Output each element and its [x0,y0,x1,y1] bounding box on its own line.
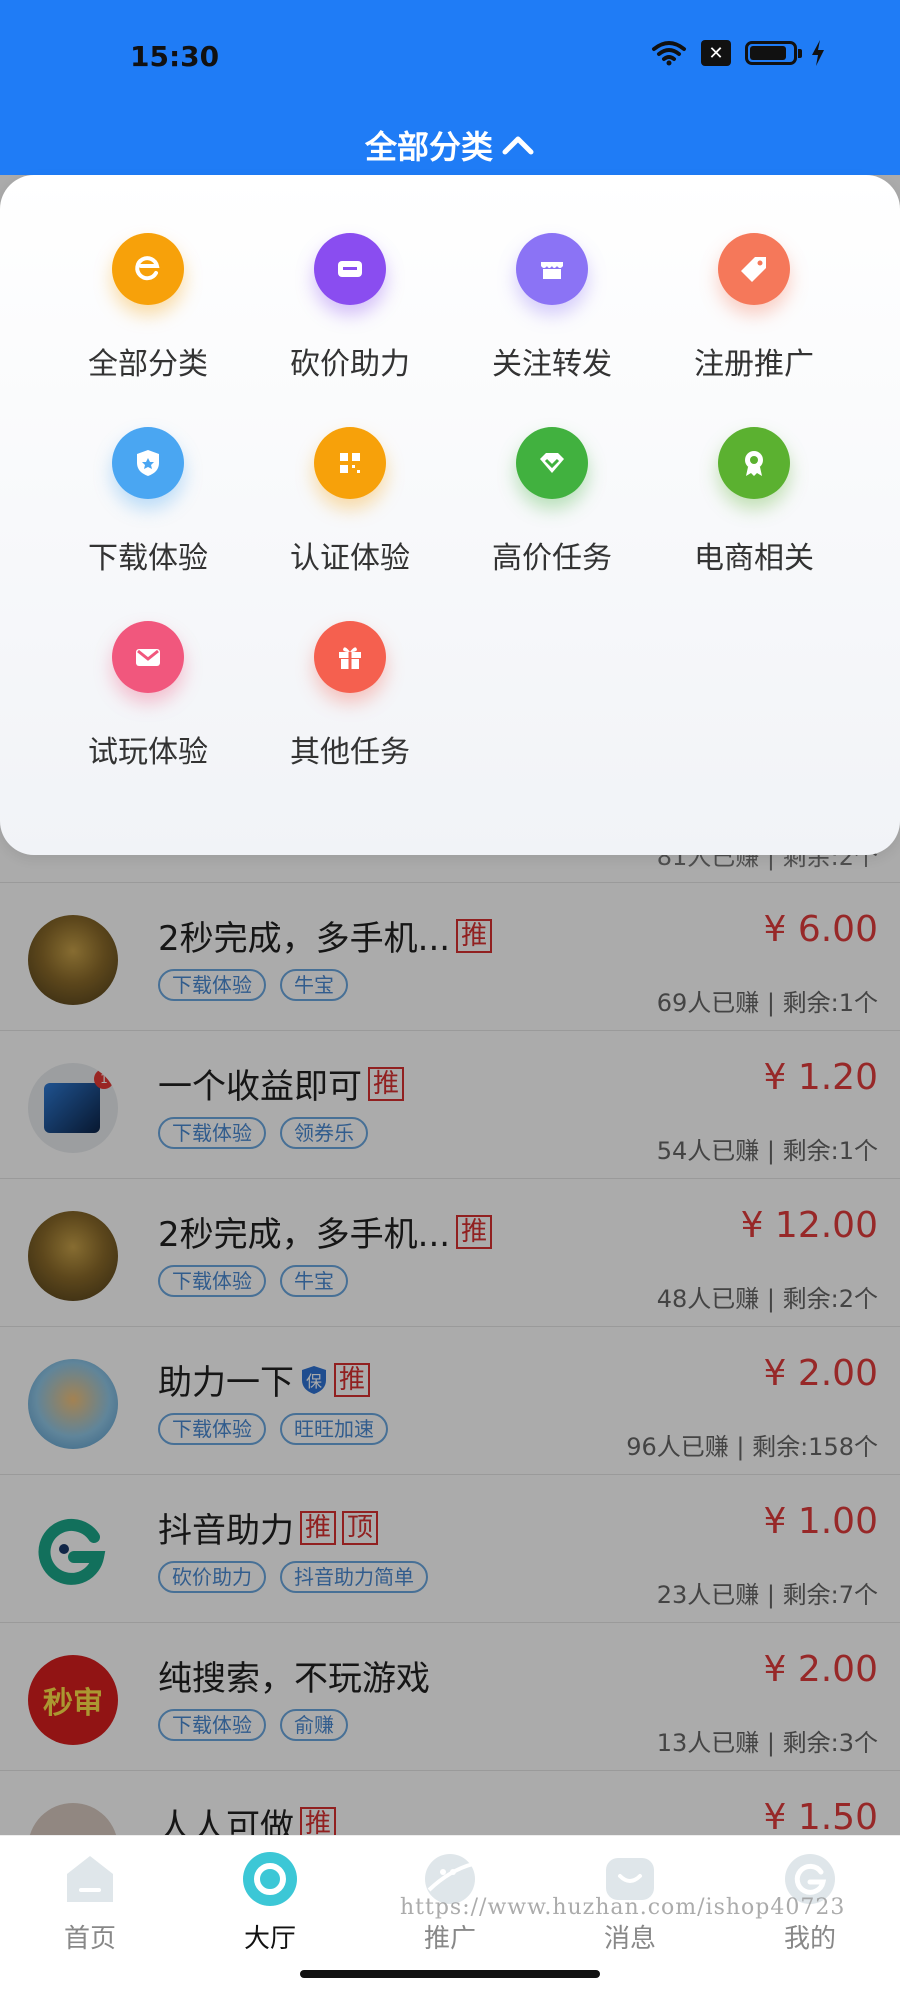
category-label: 电商相关 [694,541,814,576]
award-icon [745,451,763,476]
category-label: 注册推广 [694,347,814,382]
nav-label: 首页 [63,1924,116,1954]
category-circle [516,427,588,499]
category-toggle[interactable]: 全部分类 [0,122,900,168]
category-download[interactable]: 下载体验 [48,427,248,577]
home-indicator [300,1970,600,1978]
gift-icon [339,647,361,669]
category-register[interactable]: 注册推广 [654,233,854,383]
app-header: 15:30 ✕ 全部分类 [0,0,900,175]
category-label: 认证体验 [290,541,410,576]
store-icon [541,262,563,279]
category-circle [112,621,184,693]
category-label: 砍价助力 [290,347,410,382]
category-label: 下载体验 [88,541,208,576]
nav-label: 消息 [603,1924,656,1954]
nav-label: 大厅 [243,1924,296,1954]
mail-icon [136,649,160,666]
category-follow[interactable]: 关注转发 [452,233,652,383]
diamond-icon [540,453,564,473]
category-verify[interactable]: 认证体验 [250,427,450,577]
category-ecommerce[interactable]: 电商相关 [654,427,854,577]
shield-star-icon [137,450,159,476]
status-icons: ✕ [651,40,825,66]
home-icon [67,1856,113,1902]
status-time: 15:30 [130,40,220,73]
category-label: 高价任务 [492,541,612,576]
category-other[interactable]: 其他任务 [250,621,450,771]
tag-icon [741,257,766,282]
nav-home[interactable]: 首页 [30,1850,150,1955]
nav-hall[interactable]: 大厅 [210,1850,330,1955]
category-circle [718,233,790,305]
nav-label: 推广 [423,1924,476,1954]
category-circle [718,427,790,499]
category-high-price[interactable]: 高价任务 [452,427,652,577]
sim-off-icon: ✕ [701,40,731,66]
nav-label: 我的 [783,1924,836,1954]
e-icon [135,256,160,281]
category-circle [112,233,184,305]
category-circle [314,233,386,305]
category-circle [112,427,184,499]
charging-icon [812,40,824,66]
page-title: 全部分类 [364,128,493,166]
category-label: 全部分类 [88,347,208,382]
category-panel: 全部分类 砍价助力 关注转发 注册推广 下载体验 认证体验 高价任务 电商相关 … [0,175,900,855]
hall-icon [243,1852,297,1906]
category-circle [314,621,386,693]
chevron-up-icon [502,136,534,155]
qr-code-icon [340,453,360,473]
card-icon [338,261,362,277]
category-label: 关注转发 [492,347,612,382]
category-all[interactable]: 全部分类 [48,233,248,383]
category-label: 其他任务 [290,735,410,770]
battery-icon [745,41,802,65]
wifi-icon [652,41,686,66]
category-circle [516,233,588,305]
category-trial[interactable]: 试玩体验 [48,621,248,771]
category-circle [314,427,386,499]
watermark: https://www.huzhan.com/ishop40723 [400,1895,846,1920]
category-bargain[interactable]: 砍价助力 [250,233,450,383]
category-label: 试玩体验 [88,735,208,770]
